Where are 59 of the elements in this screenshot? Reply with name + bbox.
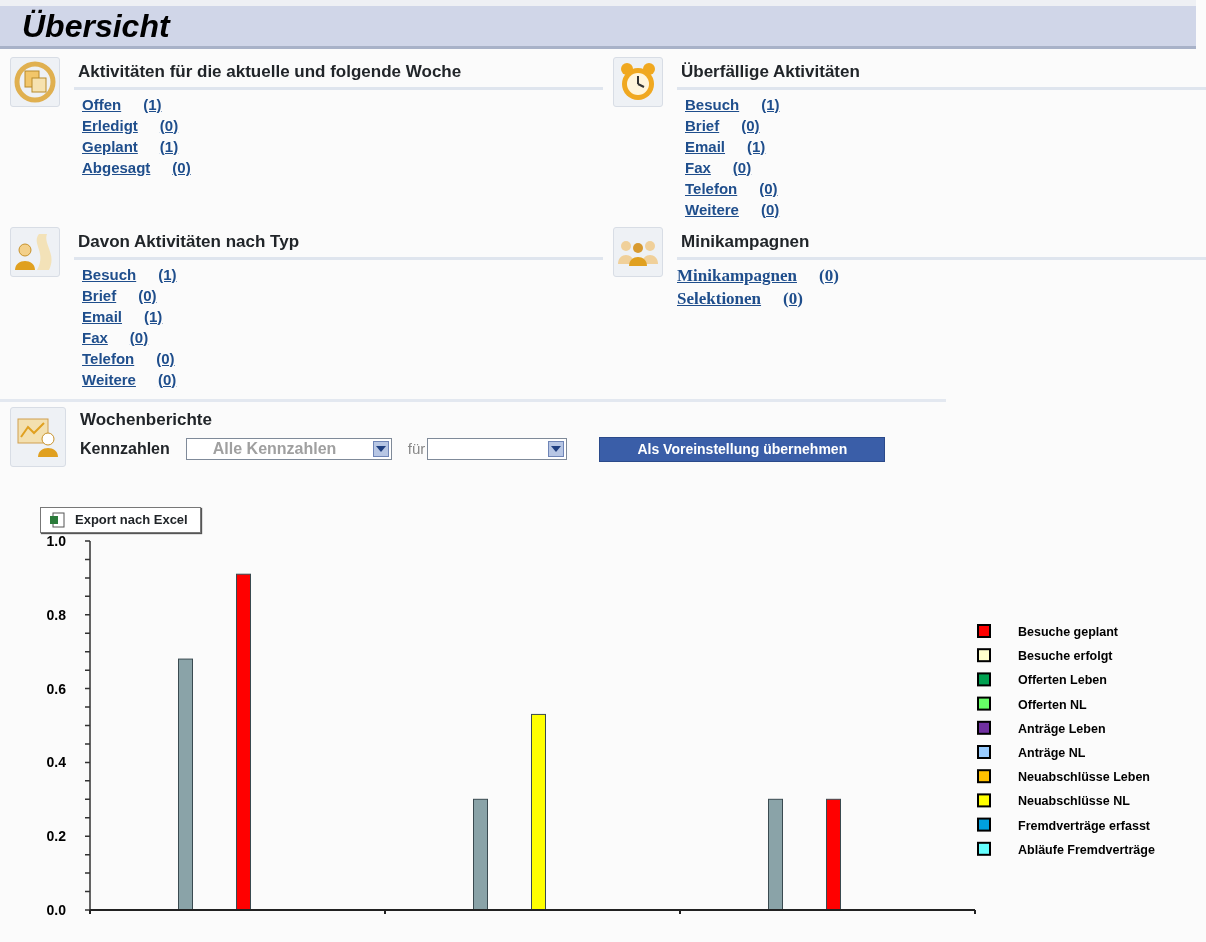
- activity-link[interactable]: Minikampagnen (0): [677, 263, 839, 287]
- legend-label: Besuche geplant: [1018, 624, 1119, 639]
- legend-swatch: [977, 623, 991, 638]
- apply-default-button[interactable]: Als Voreinstellung übernehmen: [599, 436, 886, 462]
- legend-label: Neuabschlüsse Leben: [1018, 769, 1150, 784]
- axis-tick-label: 0.4: [46, 753, 66, 770]
- legend-swatch: [977, 744, 991, 759]
- for-label: für: [407, 438, 426, 459]
- legend-swatch: [977, 768, 991, 783]
- activity-link[interactable]: Geplant (1): [82, 135, 179, 157]
- activity-link[interactable]: Besuch (1): [82, 263, 177, 285]
- legend-label: Besuche erfolgt: [1018, 648, 1113, 663]
- legend-swatch: [977, 696, 991, 711]
- activity-link[interactable]: Selektionen (0): [677, 286, 803, 310]
- section-heading: Aktivitäten für die aktuelle und folgende Woche: [74, 57, 603, 90]
- activity-link[interactable]: Telefon (0): [82, 347, 175, 369]
- legend-label: Neuabschlüsse NL: [1018, 793, 1130, 808]
- legend-label: Abläufe Fremdverträge: [1018, 842, 1155, 857]
- legend-swatch: [977, 647, 991, 662]
- axis-tick-label: 0.8: [46, 606, 66, 623]
- filter-label: Kennzahlen: [80, 439, 170, 459]
- activity-link[interactable]: Besuch (1): [685, 93, 780, 115]
- excel-icon: [49, 511, 65, 528]
- page-title: Übersicht: [0, 0, 1196, 49]
- activity-link[interactable]: Erledigt (0): [82, 114, 179, 136]
- legend-swatch: [977, 817, 991, 832]
- axis-tick-label: 1.0: [46, 532, 66, 549]
- legend-swatch: [977, 720, 991, 735]
- activity-link[interactable]: Weitere (0): [685, 198, 780, 220]
- legend-swatch: [977, 841, 991, 856]
- activity-link[interactable]: Weitere (0): [82, 368, 177, 390]
- section-heading: Wochenberichte: [80, 409, 213, 431]
- section-heading: Davon Aktivitäten nach Typ: [74, 227, 603, 260]
- axis-tick-label: 0.0: [46, 901, 66, 915]
- activity-link[interactable]: Telefon (0): [685, 177, 778, 199]
- dropdown-arrow-icon: [375, 446, 386, 452]
- report-person-icon: [16, 415, 60, 459]
- activity-link[interactable]: Offen (1): [82, 93, 162, 115]
- axis-tick-label: 0.2: [46, 827, 66, 844]
- period-dropdown[interactable]: [427, 438, 568, 460]
- axis-tick-label: 0.6: [46, 680, 66, 697]
- dropdown-arrow-icon: [551, 446, 562, 452]
- legend-swatch: [977, 671, 991, 686]
- section-heading: Minikampagnen: [677, 227, 1206, 260]
- legend-label: Offerten NL: [1018, 697, 1087, 712]
- activity-link[interactable]: Fax (0): [82, 326, 149, 348]
- activity-link[interactable]: Brief (0): [685, 114, 760, 136]
- legend-label: Fremdverträge erfasst: [1018, 818, 1150, 833]
- activity-link[interactable]: Email (1): [685, 135, 766, 157]
- activity-link[interactable]: Fax (0): [685, 156, 752, 178]
- legend-label: Offerten Leben: [1018, 672, 1107, 687]
- legend-label: Anträge NL: [1018, 745, 1086, 760]
- legend-swatch: [977, 792, 991, 807]
- legend-label: Anträge Leben: [1018, 721, 1106, 736]
- activity-link[interactable]: Abgesagt (0): [82, 156, 191, 178]
- section-heading: Überfällige Aktivitäten: [677, 57, 1206, 90]
- activity-link[interactable]: Email (1): [82, 305, 163, 327]
- activity-link[interactable]: Brief (0): [82, 284, 157, 306]
- export-button[interactable]: Export nach Excel: [40, 507, 201, 533]
